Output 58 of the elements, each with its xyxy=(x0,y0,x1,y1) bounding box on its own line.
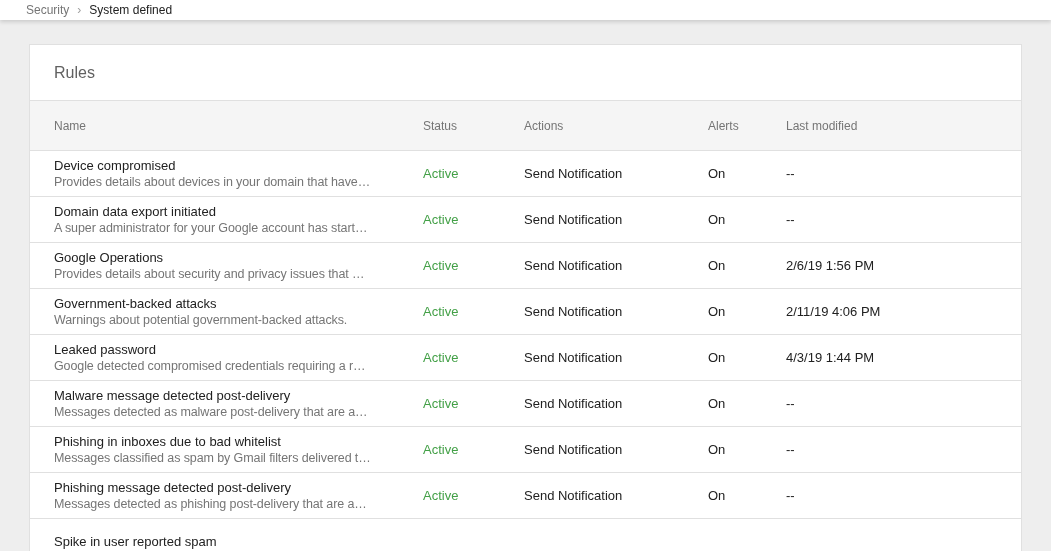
rule-name[interactable]: Phishing message detected post-delivery xyxy=(54,479,423,496)
table-cell-text: On xyxy=(708,256,727,275)
rule-name[interactable]: Domain data export initiated xyxy=(54,203,423,220)
table-cell-text: On xyxy=(708,486,727,505)
table-cell-text: On xyxy=(708,164,727,183)
breadcrumb-link[interactable]: System defined xyxy=(89,1,173,19)
table-cell-text: -- xyxy=(786,210,796,229)
card-title: Rules xyxy=(54,62,95,83)
table-cell-text: 2/6/19 1:56 PM xyxy=(786,256,876,275)
table-cell-text: On xyxy=(708,302,727,321)
table-cell-text: On xyxy=(708,440,727,459)
rule-description: Messages detected as malware post-delivery that are a… xyxy=(54,403,369,420)
column-header[interactable]: Status xyxy=(423,116,524,135)
table-cell-text: Send Notification xyxy=(524,486,624,505)
status-text: Active xyxy=(423,486,460,505)
breadcrumb-link[interactable]: Security xyxy=(26,1,70,19)
rule-name[interactable]: Leaked password xyxy=(54,341,423,358)
table-cell-text: Send Notification xyxy=(524,302,624,321)
table-cell-text: On xyxy=(708,394,727,413)
status-text: Active xyxy=(423,256,460,275)
table-cell-text: On xyxy=(708,210,727,229)
rule-name[interactable]: Google Operations xyxy=(54,249,423,266)
rule-description: Messages detected as phishing post-delivery that are a… xyxy=(54,495,368,512)
rule-description: Provides details about devices in your domain that have… xyxy=(54,173,372,190)
column-header[interactable]: Name xyxy=(54,116,423,135)
table-cell-text: -- xyxy=(786,394,796,413)
status-text: Active xyxy=(423,440,460,459)
status-text: Active xyxy=(423,302,460,321)
status-text: Active xyxy=(423,164,460,183)
rule-name[interactable]: Government-backed attacks xyxy=(54,295,423,312)
rule-description: Provides details about security and privacy issues that … xyxy=(54,265,366,282)
table-cell-text: Send Notification xyxy=(524,210,624,229)
rule-description: A super administrator for your Google account has start… xyxy=(54,219,369,236)
status-text: Active xyxy=(423,348,460,367)
table-cell-text: 2/11/19 4:06 PM xyxy=(786,302,882,321)
table-cell-text: On xyxy=(708,348,727,367)
table-cell-text: Send Notification xyxy=(524,440,624,459)
rule-name[interactable]: Phishing in inboxes due to bad whitelist xyxy=(54,433,423,450)
rule-description: Google detected compromised credentials requiring a r… xyxy=(54,357,367,374)
rule-description: Warnings about potential government-backed attacks. xyxy=(54,311,349,328)
status-text: Active xyxy=(423,394,460,413)
column-header[interactable]: Actions xyxy=(524,116,708,135)
table-cell-text: Send Notification xyxy=(524,164,624,183)
table-cell-text: Send Notification xyxy=(524,394,624,413)
table-cell-text: -- xyxy=(786,164,796,183)
table-cell-text: -- xyxy=(786,486,796,505)
table-cell-text: Send Notification xyxy=(524,348,624,367)
breadcrumb-separator: › xyxy=(77,2,82,19)
rule-description: Messages classified as spam by Gmail filters delivered t… xyxy=(54,449,372,466)
rule-name[interactable]: Malware message detected post-delivery xyxy=(54,387,423,404)
rule-name[interactable]: Device compromised xyxy=(54,157,423,174)
table-cell-text: Send Notification xyxy=(524,256,624,275)
table-cell-text: 4/3/19 1:44 PM xyxy=(786,348,876,367)
rule-name[interactable]: Spike in user reported spam xyxy=(54,533,423,550)
status-text: Active xyxy=(423,210,460,229)
table-cell-text: -- xyxy=(786,440,796,459)
column-header[interactable]: Last modified xyxy=(786,116,1021,135)
column-header[interactable]: Alerts xyxy=(708,116,786,135)
